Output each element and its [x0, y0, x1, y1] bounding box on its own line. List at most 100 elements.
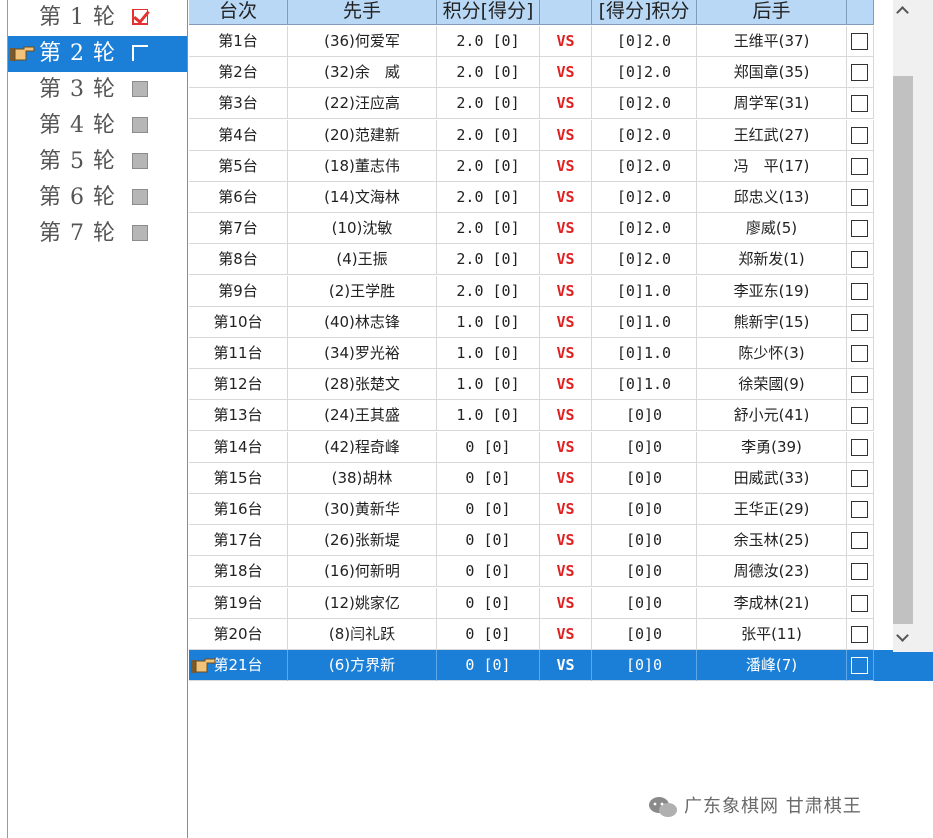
cell-board: 第14台 — [189, 431, 288, 463]
round-item-1[interactable]: 第 1 轮 — [8, 0, 187, 36]
cell-board: 第12台 — [189, 369, 288, 401]
header-second-player[interactable]: 后手 — [697, 0, 847, 25]
row-checkbox[interactable] — [851, 345, 868, 362]
cell-first-player: (22)汪应高 — [288, 88, 437, 120]
round-item-2[interactable]: 第 2 轮 — [8, 36, 187, 72]
scroll-thumb[interactable] — [893, 76, 913, 624]
table-row[interactable]: 第3台 (22)汪应高 2.0 [0] VS [0]2.0 周学军(31) — [189, 88, 874, 120]
cell-second-score: [0]2.0 — [592, 150, 697, 182]
cell-second-player: 潘峰(7) — [697, 650, 847, 681]
cell-second-score: [0]2.0 — [592, 213, 697, 245]
round-status-checkbox[interactable] — [132, 225, 148, 241]
round-item-4[interactable]: 第 4 轮 — [8, 108, 187, 144]
cell-board: 第2台 — [189, 57, 288, 89]
cell-second-score: [0]0 — [592, 556, 697, 588]
header-first-score[interactable]: 积分[得分] — [437, 0, 540, 25]
row-checkbox[interactable] — [851, 594, 868, 612]
table-row[interactable]: 第14台 (42)程奇峰 0 [0] VS [0]0 李勇(39) — [189, 431, 874, 463]
cell-first-score: 2.0 [0] — [437, 57, 540, 89]
cell-first-player: (18)董志伟 — [288, 150, 437, 182]
round-list: 第 1 轮第 2 轮第 3 轮第 4 轮第 5 轮第 6 轮第 7 轮 — [8, 0, 188, 838]
row-checkbox[interactable] — [851, 189, 868, 206]
header-check[interactable] — [847, 0, 874, 25]
cell-first-score: 1.0 [0] — [437, 400, 540, 432]
scroll-up-arrow-icon[interactable] — [893, 0, 913, 22]
table-row[interactable]: 第5台 (18)董志伟 2.0 [0] VS [0]2.0 冯 平(17) — [189, 150, 874, 182]
round-status-checkbox[interactable] — [132, 9, 148, 25]
table-row[interactable]: 第17台 (26)张新堤 0 [0] VS [0]0 余玉林(25) — [189, 525, 874, 557]
round-status-checkbox[interactable] — [132, 81, 148, 97]
round-status-checkbox[interactable] — [132, 117, 148, 133]
header-board[interactable]: 台次 — [189, 0, 288, 25]
round-item-6[interactable]: 第 6 轮 — [8, 180, 187, 216]
table-row[interactable]: 第15台 (38)胡林 0 [0] VS [0]0 田威武(33) — [189, 462, 874, 494]
table-row[interactable]: 第10台 (40)林志锋 1.0 [0] VS [0]1.0 熊新宇(15) — [189, 306, 874, 338]
cell-board: 第8台 — [189, 244, 288, 276]
cell-first-player: (34)罗光裕 — [288, 338, 437, 369]
round-status-checkbox[interactable] — [132, 45, 148, 61]
cell-first-score: 2.0 [0] — [437, 244, 540, 276]
cell-board: 第7台 — [189, 213, 288, 245]
table-row[interactable]: 第11台 (34)罗光裕 1.0 [0] VS [0]1.0 陈少怀(3) — [189, 338, 874, 369]
table-row[interactable]: 第7台 (10)沈敏 2.0 [0] VS [0]2.0 廖威(5) — [189, 213, 874, 245]
row-checkbox[interactable] — [851, 282, 868, 300]
header-second-score[interactable]: [得分]积分 — [592, 0, 697, 25]
round-item-5[interactable]: 第 5 轮 — [8, 144, 187, 180]
row-checkbox[interactable] — [851, 563, 868, 581]
header-first-player[interactable]: 先手 — [288, 0, 437, 25]
row-checkbox[interactable] — [851, 33, 868, 50]
table-row[interactable]: 第12台 (28)张楚文 1.0 [0] VS [0]1.0 徐荣國(9) — [189, 369, 874, 401]
table-row[interactable]: 第9台 (2)王学胜 2.0 [0] VS [0]1.0 李亚东(19) — [189, 275, 874, 307]
scroll-down-arrow-icon[interactable] — [893, 627, 913, 649]
table-row[interactable]: 第20台 (8)闫礼跃 0 [0] VS [0]0 张平(11) — [189, 618, 874, 650]
cell-second-player: 郑国章(35) — [697, 57, 847, 89]
row-checkbox[interactable] — [851, 657, 868, 674]
cell-vs: VS — [540, 369, 592, 401]
row-checkbox[interactable] — [851, 313, 868, 331]
round-item-3[interactable]: 第 3 轮 — [8, 72, 187, 108]
table-row[interactable]: 第6台 (14)文海林 2.0 [0] VS [0]2.0 邱忠义(13) — [189, 182, 874, 213]
vertical-scrollbar[interactable] — [893, 0, 933, 652]
cell-second-player: 周德汝(23) — [697, 556, 847, 588]
table-row[interactable]: 第4台 (20)范建新 2.0 [0] VS [0]2.0 王红武(27) — [189, 119, 874, 151]
table-row[interactable]: 第21台 (6)方界新 0 [0] VS [0]0 潘峰(7) — [189, 650, 933, 681]
round-label: 第 6 轮 — [39, 185, 116, 210]
table-row[interactable]: 第19台 (12)姚家亿 0 [0] VS [0]0 李成林(21) — [189, 587, 874, 619]
row-checkbox[interactable] — [851, 220, 868, 238]
cell-first-player: (28)张楚文 — [288, 369, 437, 401]
row-checkbox[interactable] — [851, 251, 868, 269]
row-checkbox[interactable] — [851, 376, 868, 394]
cell-board: 第18台 — [189, 556, 288, 588]
table-row[interactable]: 第2台 (32)余 威 2.0 [0] VS [0]2.0 郑国章(35) — [189, 57, 874, 89]
row-checkbox[interactable] — [851, 469, 868, 487]
round-item-7[interactable]: 第 7 轮 — [8, 216, 187, 252]
row-checkbox[interactable] — [851, 532, 868, 550]
round-status-checkbox[interactable] — [132, 189, 148, 205]
table-row[interactable]: 第1台 (36)何爱军 2.0 [0] VS [0]2.0 王维平(37) — [189, 26, 874, 57]
row-checkbox[interactable] — [851, 126, 868, 144]
table-row[interactable]: 第18台 (16)何新明 0 [0] VS [0]0 周德汝(23) — [189, 556, 874, 588]
row-checkbox[interactable] — [851, 501, 868, 518]
cell-second-score: [0]0 — [592, 587, 697, 619]
table-row[interactable]: 第16台 (30)黄新华 0 [0] VS [0]0 王华正(29) — [189, 494, 874, 525]
table-row[interactable]: 第13台 (24)王其盛 1.0 [0] VS [0]0 舒小元(41) — [189, 400, 874, 432]
cell-first-score: 0 [0] — [437, 618, 540, 650]
round-status-checkbox[interactable] — [132, 153, 148, 169]
cell-first-score: 1.0 [0] — [437, 306, 540, 338]
row-checkbox[interactable] — [851, 95, 868, 113]
cell-second-score: [0]0 — [592, 400, 697, 432]
cell-vs: VS — [540, 57, 592, 89]
row-checkbox[interactable] — [851, 407, 868, 425]
watermark-text: 广东象棋网 甘肃棋王 — [684, 796, 862, 817]
row-checkbox[interactable] — [851, 625, 868, 643]
header-vs[interactable] — [540, 0, 592, 25]
cell-first-player: (26)张新堤 — [288, 525, 437, 557]
row-checkbox[interactable] — [851, 438, 868, 456]
round-label: 第 7 轮 — [39, 221, 116, 246]
row-checkbox[interactable] — [851, 64, 868, 82]
cell-second-score: [0]0 — [592, 494, 697, 525]
row-checkbox[interactable] — [851, 157, 868, 175]
table-row[interactable]: 第8台 (4)王振 2.0 [0] VS [0]2.0 郑新发(1) — [189, 244, 874, 276]
cell-board: 第16台 — [189, 494, 288, 525]
cell-second-score: [0]2.0 — [592, 244, 697, 276]
